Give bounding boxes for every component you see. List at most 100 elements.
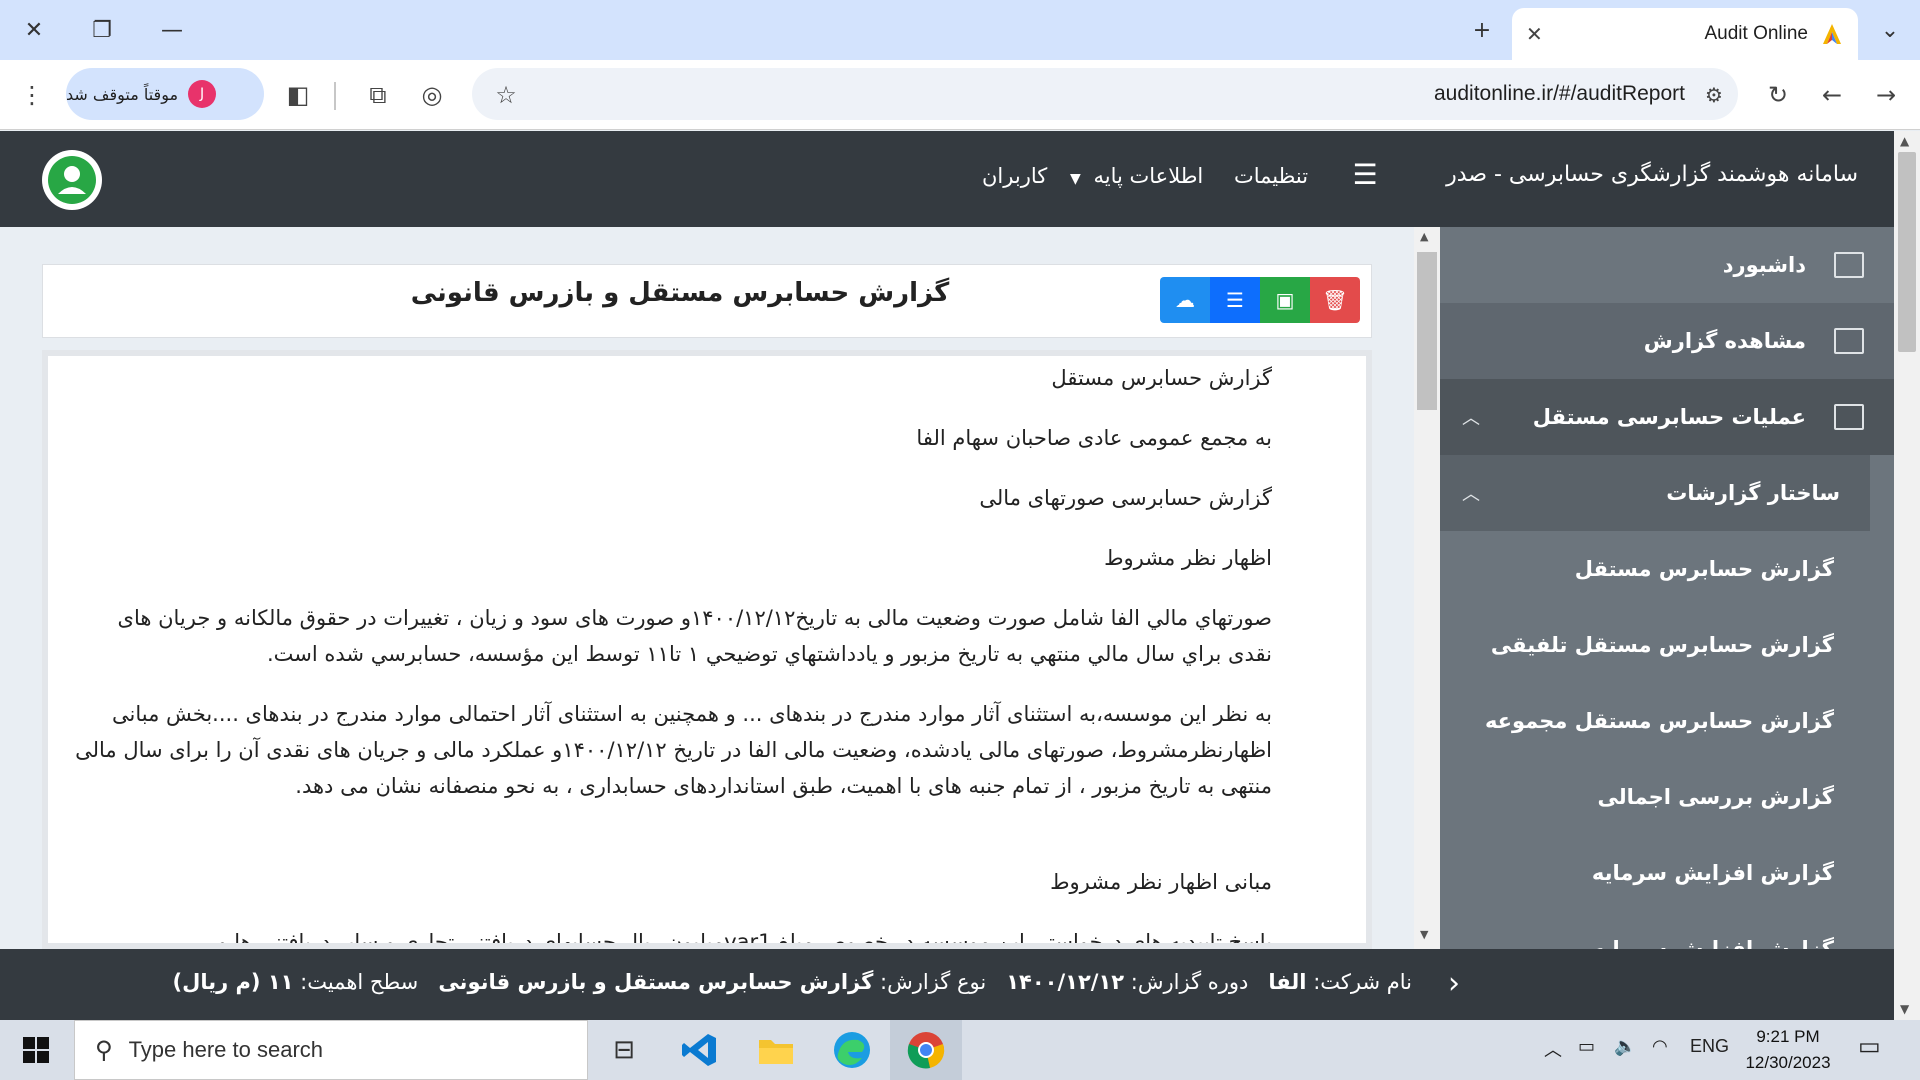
item-radio[interactable]	[1370, 702, 1372, 726]
period-label: دوره گزارش:	[1130, 970, 1249, 994]
forward-icon[interactable]: →	[1866, 76, 1906, 114]
profile-avatar: J	[188, 80, 217, 108]
menu-basic-info[interactable]: اطلاعات پایه ▼	[1070, 164, 1203, 188]
sidebar-item-report-structure[interactable]: ساختار گزارشات ︿	[1440, 455, 1870, 531]
sidebar-subitem-consolidated[interactable]: گزارش حسابرس مستقل تلفیقی	[1440, 607, 1894, 683]
sidebar-subitem-capital-increase-2[interactable]: گزارش افزایش سرمایه	[1440, 911, 1894, 949]
report-items-list: گزارش حسابرس مستقل به مجمع عمومی عادی صا…	[42, 350, 1372, 949]
extensions-icon[interactable]: ⧉	[358, 76, 398, 114]
profile-status: موقتاً متوقف شد	[66, 84, 179, 104]
chevron-right-icon[interactable]: ›	[1448, 966, 1460, 1001]
window-close-icon[interactable]: ✕	[6, 8, 62, 52]
app-title: سامانه هوشمند گزارشگری حسابرسی - صدر	[1446, 162, 1858, 187]
content-scroll-down-icon[interactable]: ▼	[1420, 928, 1428, 941]
taskbar-search-input[interactable]: ⚲ Type here to search	[74, 1020, 588, 1080]
taskbar-clock[interactable]: 9:21 PM 12/30/2023	[1730, 1024, 1846, 1076]
profile-button[interactable]: J موقتاً متوقف شد	[66, 68, 264, 120]
list-item: اظهار نظر مشروط	[1104, 546, 1272, 570]
url-text[interactable]: auditonline.ir/#/auditReport	[1340, 82, 1685, 106]
sidebar-item-view-report[interactable]: مشاهده گزارش	[1440, 303, 1894, 379]
window-minimize-icon[interactable]: —	[144, 8, 200, 52]
notifications-icon[interactable]: ▭	[1858, 1032, 1881, 1061]
file-explorer-icon[interactable]	[740, 1020, 812, 1080]
taskbar-search-placeholder: Type here to search	[128, 1037, 324, 1062]
window-restore-icon[interactable]: ❐	[74, 8, 130, 52]
chrome-taskbar-icon[interactable]	[890, 1020, 962, 1080]
tab-close-icon[interactable]: ✕	[1526, 22, 1543, 46]
sidebar: داشبورد مشاهده گزارش عملیات حسابرسی مستق…	[1440, 227, 1894, 949]
sidebar-item-label: ساختار گزارشات	[1666, 481, 1840, 505]
list-item: به نظر این موسسه،به استثنای آثار موارد م…	[75, 702, 1272, 798]
battery-icon[interactable]: ▭	[1578, 1036, 1595, 1057]
tray-overflow-icon[interactable]: ︿	[1544, 1036, 1562, 1062]
sidebar-item-dashboard[interactable]: داشبورد	[1440, 227, 1894, 303]
hamburger-menu-icon[interactable]: ☰	[1350, 160, 1380, 190]
chevron-up-icon: ︿	[1462, 408, 1480, 429]
sidebar-item-audit-operations[interactable]: عملیات حسابرسی مستقل ︿	[1440, 379, 1894, 455]
company-value: الفا	[1268, 970, 1307, 994]
table-icon	[1834, 328, 1864, 354]
report-title: گزارش حسابرس مستقل و بازرس قانونی	[410, 278, 950, 308]
sidebar-item-label: عملیات حسابرسی مستقل	[1532, 405, 1806, 429]
task-view-icon[interactable]: ⊟	[588, 1020, 660, 1080]
site-settings-icon[interactable]: ⚙	[1694, 76, 1734, 114]
screenshot-icon[interactable]: ◎	[412, 76, 452, 114]
download-button[interactable]: ☁	[1160, 277, 1210, 323]
reload-icon[interactable]: ↻	[1758, 76, 1798, 114]
content-scroll-up-icon[interactable]: ▲	[1420, 230, 1428, 243]
windows-start-icon[interactable]	[0, 1020, 72, 1080]
item-radio[interactable]	[1370, 606, 1372, 630]
tab-search-chevron-icon[interactable]: ⌄	[1862, 8, 1918, 52]
menu-users[interactable]: کاربران	[982, 164, 1047, 188]
list-item: گزارش حسابرسی صورتهای مالی	[979, 486, 1272, 510]
document-icon	[1834, 404, 1864, 430]
sidebar-item-label: مشاهده گزارش	[1643, 329, 1806, 353]
menu-settings[interactable]: تنظیمات	[1234, 164, 1308, 188]
trash-icon: 🗑	[1322, 288, 1348, 312]
page-scrollbar-thumb[interactable]	[1898, 152, 1916, 352]
materiality-label: سطح اهمیت:	[300, 970, 419, 994]
item-radio[interactable]	[1370, 870, 1372, 894]
new-tab-icon[interactable]: +	[1454, 8, 1510, 52]
toolbar-divider	[334, 82, 336, 110]
scroll-down-icon[interactable]: ▼	[1900, 1002, 1909, 1016]
wifi-icon[interactable]: ◠	[1652, 1036, 1668, 1057]
period-value: ۱۴۰۰/۱۲/۱۲	[1006, 970, 1125, 994]
item-radio[interactable]	[1370, 366, 1372, 390]
caret-down-icon: ▼	[1070, 171, 1081, 187]
sidebar-subitem-capital-increase[interactable]: گزارش افزایش سرمایه	[1440, 835, 1894, 911]
chevron-up-icon: ︿	[1462, 484, 1480, 505]
sidebar-subitem-independent-auditor[interactable]: گزارش حسابرس مستقل	[1440, 531, 1894, 607]
list-item: صورتهاي مالي الفا شامل صورت وضعیت مالی ب…	[117, 606, 1272, 666]
type-label: نوع گزارش:	[880, 970, 987, 994]
content-scrollbar-thumb[interactable]	[1417, 252, 1437, 410]
browser-tab[interactable]: ✕ Audit Online	[1512, 8, 1858, 60]
add-list-button[interactable]: ☰	[1210, 277, 1260, 323]
report-info-text: نام شرکت: الفا دوره گزارش: ۱۴۰۰/۱۲/۱۲ نو…	[173, 970, 1412, 994]
edge-icon[interactable]	[816, 1020, 888, 1080]
clock-time: 9:21 PM	[1756, 1027, 1820, 1046]
vscode-icon[interactable]	[664, 1020, 736, 1080]
save-button[interactable]: ▣	[1260, 277, 1310, 323]
bookmark-star-icon[interactable]: ☆	[486, 76, 526, 114]
side-panel-icon[interactable]: ◧	[278, 76, 318, 114]
scroll-up-icon[interactable]: ▲	[1900, 134, 1909, 148]
list-add-icon: ☰	[1226, 288, 1244, 312]
list-icon	[1834, 252, 1864, 278]
type-value: گزارش حسابرس مستقل و بازرس قانونی	[438, 970, 874, 994]
user-avatar-icon[interactable]	[42, 150, 102, 210]
delete-button[interactable]: 🗑	[1310, 277, 1360, 323]
item-radio[interactable]	[1370, 930, 1372, 949]
sidebar-subitem-group[interactable]: گزارش حسابرس مستقل مجموعه	[1440, 683, 1894, 759]
list-item: گزارش حسابرس مستقل	[1051, 366, 1272, 390]
input-language[interactable]: ENG	[1690, 1036, 1729, 1057]
item-radio[interactable]	[1370, 546, 1372, 570]
back-icon[interactable]: ←	[1812, 76, 1852, 114]
item-radio[interactable]	[1370, 426, 1372, 450]
sidebar-subitem-review[interactable]: گزارش بررسی اجمالی	[1440, 759, 1894, 835]
cloud-download-icon: ☁	[1175, 288, 1195, 312]
browser-menu-icon[interactable]: ⋮	[12, 76, 52, 114]
volume-icon[interactable]: 🔈	[1614, 1036, 1636, 1057]
list-item: به مجمع عمومی عادی صاحبان سهام الفا	[916, 426, 1272, 450]
item-radio[interactable]	[1370, 486, 1372, 510]
